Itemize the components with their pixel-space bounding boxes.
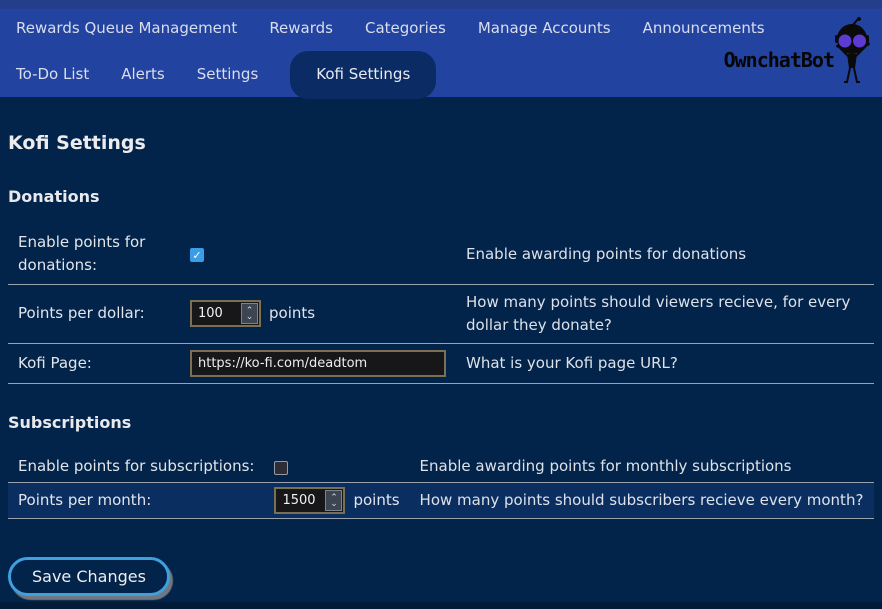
- page-title: Kofi Settings: [8, 129, 874, 158]
- top-navigation: Rewards Queue Management Rewards Categor…: [0, 0, 882, 97]
- spinner-down-icon[interactable]: ⌄: [246, 314, 254, 320]
- nav-item-rewards[interactable]: Rewards: [269, 17, 333, 40]
- subscriptions-settings-table: Enable points for subscriptions: ✓ Enabl…: [8, 451, 874, 519]
- nav-item-alerts[interactable]: Alerts: [121, 63, 165, 86]
- points-suffix-label: points: [269, 302, 315, 325]
- bottom-strip: [0, 602, 882, 609]
- points-per-month-field: ⌃ ⌄: [274, 487, 345, 514]
- nav-item-categories[interactable]: Categories: [365, 17, 446, 40]
- table-row: Enable points for subscriptions: ✓ Enabl…: [8, 451, 874, 483]
- table-row-highlighted: Points per month: ⌃ ⌄ points How many po…: [8, 483, 874, 519]
- enable-donations-checkbox[interactable]: ✓: [190, 248, 204, 262]
- points-per-month-input[interactable]: [276, 489, 324, 512]
- kofi-page-label: Kofi Page:: [8, 344, 180, 384]
- points-per-month-description: How many points should subscribers recie…: [410, 483, 874, 519]
- points-per-dollar-label: Points per dollar:: [8, 284, 180, 344]
- save-changes-button[interactable]: Save Changes: [8, 557, 170, 596]
- donations-settings-table: Enable points for donations: ✓ Enable aw…: [8, 225, 874, 384]
- number-spinner[interactable]: ⌃ ⌄: [325, 490, 342, 511]
- main-content: Kofi Settings Donations Enable points fo…: [0, 129, 882, 596]
- points-per-dollar-field: ⌃ ⌄: [190, 300, 261, 327]
- enable-subscriptions-checkbox[interactable]: ✓: [274, 461, 288, 475]
- ownchatbot-robot-icon: [830, 16, 876, 88]
- enable-subscriptions-description: Enable awarding points for monthly subsc…: [410, 451, 874, 483]
- donations-section-heading: Donations: [8, 185, 874, 210]
- points-per-dollar-description: How many points should viewers recieve, …: [456, 284, 874, 344]
- nav-item-manage-accounts[interactable]: Manage Accounts: [478, 17, 611, 40]
- kofi-page-input[interactable]: [190, 350, 446, 377]
- nav-item-rewards-queue-management[interactable]: Rewards Queue Management: [16, 17, 237, 40]
- subscriptions-section-heading: Subscriptions: [8, 411, 874, 436]
- nav-top-strip: [0, 0, 882, 9]
- kofi-page-description: What is your Kofi page URL?: [456, 344, 874, 384]
- spinner-down-icon[interactable]: ⌄: [330, 501, 338, 507]
- nav-item-kofi-settings-active[interactable]: Kofi Settings: [290, 51, 436, 98]
- points-suffix-label: points: [353, 489, 399, 512]
- enable-subscriptions-label: Enable points for subscriptions:: [8, 451, 264, 483]
- check-icon: ✓: [192, 250, 201, 261]
- table-row: Enable points for donations: ✓ Enable aw…: [8, 225, 874, 284]
- enable-donations-label: Enable points for donations:: [8, 225, 180, 284]
- table-row: Points per dollar: ⌃ ⌄ points How many p…: [8, 284, 874, 344]
- enable-donations-description: Enable awarding points for donations: [456, 225, 874, 284]
- points-per-dollar-input[interactable]: [192, 302, 240, 325]
- points-per-month-label: Points per month:: [8, 483, 264, 519]
- ownchatbot-logo[interactable]: OwnchatBot: [724, 16, 876, 88]
- nav-item-settings[interactable]: Settings: [197, 63, 259, 86]
- table-row: Kofi Page: What is your Kofi page URL?: [8, 344, 874, 384]
- number-spinner[interactable]: ⌃ ⌄: [241, 303, 258, 324]
- logo-text: OwnchatBot: [724, 45, 834, 76]
- nav-item-todo-list[interactable]: To-Do List: [16, 63, 89, 86]
- check-icon: ✓: [277, 462, 286, 473]
